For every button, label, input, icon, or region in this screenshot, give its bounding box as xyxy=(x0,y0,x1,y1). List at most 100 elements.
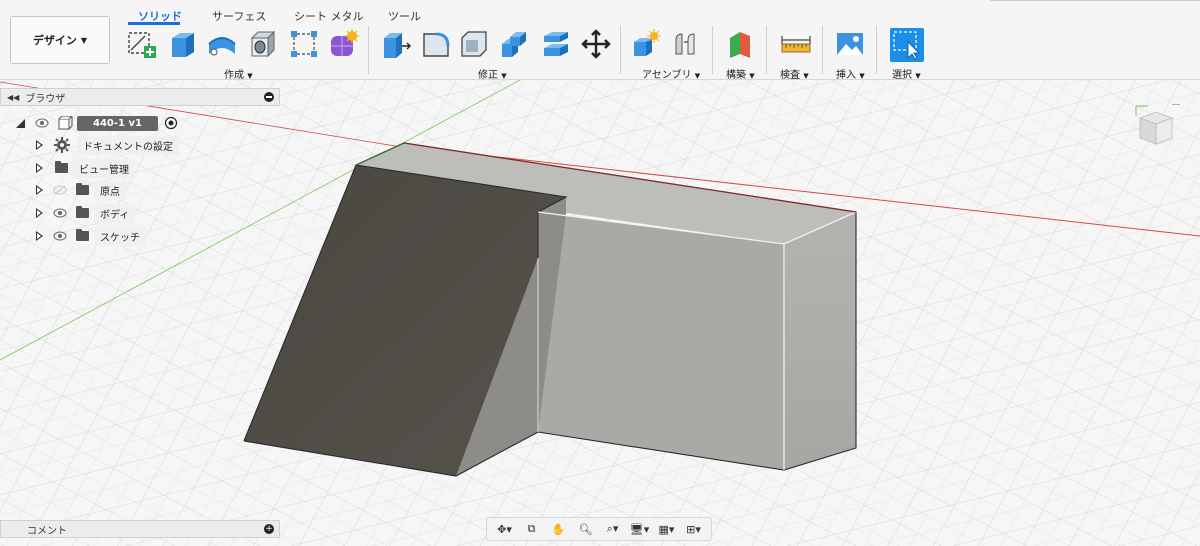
comments-panel-header[interactable]: コメント + xyxy=(0,520,280,538)
tree-row-root[interactable]: 440-1 v1 xyxy=(16,113,178,133)
zoom-window-icon[interactable]: ⌕▾ xyxy=(602,520,624,538)
toolbar-separator xyxy=(620,26,621,74)
extrude-tool[interactable] xyxy=(166,28,198,60)
chevron-down-icon: ▼ xyxy=(749,72,755,80)
navigation-bar: ✥▾ ⧉ ✋ 🔍︎ ⌕▾ 🖥︎▾ ▦▾ ⊞▾ xyxy=(486,517,712,541)
activate-component-icon[interactable] xyxy=(164,116,178,130)
tree-row-origin[interactable]: 原点 xyxy=(36,180,126,200)
offset-plane-tool[interactable] xyxy=(724,28,756,60)
gear-icon xyxy=(54,137,70,153)
folder-icon xyxy=(76,183,89,195)
expand-triangle-icon[interactable] xyxy=(36,163,43,173)
viewports-icon[interactable]: ⊞▾ xyxy=(683,520,705,538)
press-pull-tool[interactable] xyxy=(380,28,412,60)
shell-icon xyxy=(502,32,526,57)
tree-label: ビュー管理 xyxy=(73,158,135,178)
offset-plane-icon xyxy=(730,32,750,58)
viewport-canvas[interactable] xyxy=(0,80,1200,546)
expand-triangle-icon[interactable] xyxy=(36,231,43,241)
form-icon xyxy=(331,29,359,56)
pattern-tool[interactable] xyxy=(288,28,320,60)
new-component-icon xyxy=(634,29,661,56)
construct-menu[interactable]: 構築 ▼ xyxy=(726,66,755,81)
insert-menu[interactable]: 挿入 ▼ xyxy=(836,66,865,81)
select-menu[interactable]: 選択 ▼ xyxy=(892,66,921,81)
shell-tool[interactable] xyxy=(498,28,530,60)
expand-triangle-icon[interactable] xyxy=(36,185,43,195)
create-form-tool[interactable] xyxy=(328,28,360,60)
select-tool[interactable] xyxy=(890,28,924,62)
box-front-face[interactable] xyxy=(538,212,784,470)
look-at-icon[interactable]: ⧉ xyxy=(521,520,543,538)
joint-icon xyxy=(675,33,695,55)
insert-menu-label: 挿入 xyxy=(836,70,856,81)
tree-label: ボディ xyxy=(94,203,136,223)
browser-panel-header[interactable]: ◀◀ ブラウザ xyxy=(0,88,280,106)
tree-label: 原点 xyxy=(94,180,126,200)
workspace-label: デザイン xyxy=(32,34,77,47)
component-icon xyxy=(58,116,73,130)
hole-tool[interactable] xyxy=(246,28,278,60)
toolbar-separator xyxy=(368,26,369,74)
add-comment-icon[interactable]: + xyxy=(264,524,274,534)
tree-row-bodies[interactable]: ボディ xyxy=(36,203,136,223)
move-copy-tool[interactable] xyxy=(580,28,612,60)
collapse-panel-icon[interactable]: ◀◀ xyxy=(7,93,19,102)
panel-options-icon[interactable] xyxy=(264,92,274,102)
select-cursor-icon xyxy=(893,31,920,60)
extrude-icon xyxy=(172,33,194,57)
eye-icon[interactable] xyxy=(35,118,49,128)
folder-icon xyxy=(55,161,68,173)
chevron-down-icon: ▼ xyxy=(501,72,507,80)
toolbar-separator xyxy=(876,26,877,74)
3d-viewport[interactable] xyxy=(0,80,1200,546)
revolve-icon xyxy=(208,37,236,56)
tab-tools[interactable]: ツール xyxy=(388,8,421,24)
comments-title: コメント xyxy=(27,525,67,537)
expand-triangle-icon[interactable] xyxy=(16,118,25,128)
modify-menu[interactable]: 修正 ▼ xyxy=(478,66,507,81)
view-cube[interactable] xyxy=(1134,103,1184,148)
combine-tool[interactable] xyxy=(540,28,572,60)
pan-hand-icon[interactable]: ✋ xyxy=(548,520,570,538)
active-tab-indicator xyxy=(128,22,180,25)
construct-menu-label: 構築 xyxy=(726,70,746,81)
workspace-switcher-button[interactable]: デザイン ▼ xyxy=(10,16,110,64)
box-side-face[interactable] xyxy=(784,212,856,470)
eye-icon[interactable] xyxy=(53,231,67,241)
joint-tool[interactable] xyxy=(670,28,702,60)
assemble-menu[interactable]: アセンブリ ▼ xyxy=(642,66,700,81)
component-name[interactable]: 440-1 v1 xyxy=(77,115,158,131)
tree-row-named-views[interactable]: ビュー管理 xyxy=(36,158,135,178)
hole-icon xyxy=(250,30,276,58)
insert-canvas-tool[interactable] xyxy=(834,28,866,60)
toolbar-separator xyxy=(712,26,713,74)
expand-triangle-icon[interactable] xyxy=(36,140,43,150)
zoom-icon[interactable]: 🔍︎ xyxy=(575,520,597,538)
grid-settings-icon[interactable]: ▦▾ xyxy=(656,520,678,538)
expand-triangle-icon[interactable] xyxy=(36,208,43,218)
tree-row-document-settings[interactable]: ドキュメントの設定 xyxy=(36,135,179,155)
display-settings-icon[interactable]: 🖥︎▾ xyxy=(629,520,651,538)
orbit-icon[interactable]: ✥▾ xyxy=(494,520,516,538)
toolbar-separator xyxy=(766,26,767,74)
chevron-down-icon: ▼ xyxy=(915,72,921,80)
fillet-tool[interactable] xyxy=(420,28,452,60)
chamfer-tool[interactable] xyxy=(458,28,490,60)
create-menu[interactable]: 作成 ▼ xyxy=(224,66,253,81)
create-sketch-icon xyxy=(128,32,156,58)
eye-icon[interactable] xyxy=(53,208,67,218)
inspect-menu[interactable]: 検査 ▼ xyxy=(780,66,809,81)
revolve-tool[interactable] xyxy=(206,28,238,60)
create-menu-label: 作成 xyxy=(224,70,244,81)
create-sketch-tool[interactable] xyxy=(126,28,158,60)
tree-row-sketches[interactable]: スケッチ xyxy=(36,226,146,246)
measure-tool[interactable] xyxy=(780,28,812,60)
tab-sheet-metal[interactable]: シート メタル xyxy=(294,8,364,24)
modify-menu-label: 修正 xyxy=(478,70,498,81)
tree-label: ドキュメントの設定 xyxy=(77,135,179,155)
tab-surface[interactable]: サーフェス xyxy=(212,8,266,24)
eye-hidden-icon[interactable] xyxy=(53,185,67,195)
new-component-tool[interactable] xyxy=(630,28,662,60)
top-strip xyxy=(990,0,1200,4)
